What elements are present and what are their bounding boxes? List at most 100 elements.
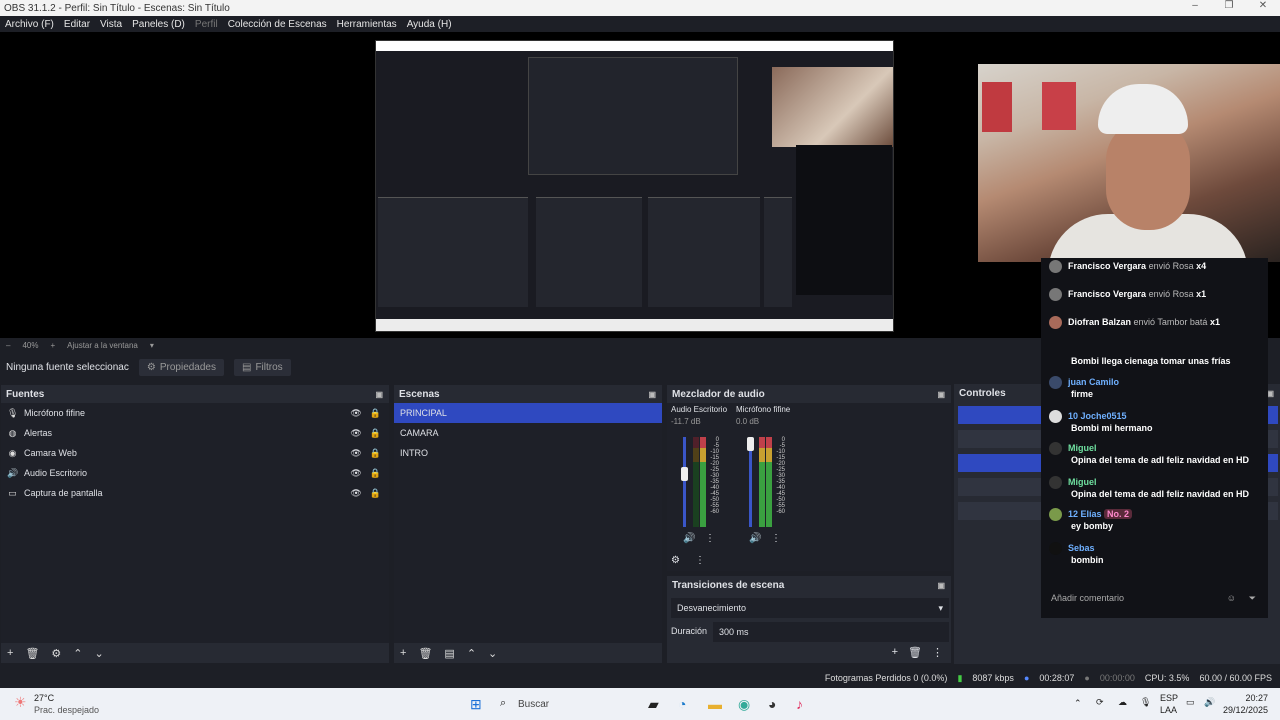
sources-footer: + 🗑 ⚙ ⌃ ⌄ bbox=[1, 643, 389, 663]
dock-icon[interactable]: ▣ bbox=[937, 390, 945, 399]
source-item[interactable]: ◉ Camara Web 👁 🔒 bbox=[1, 443, 389, 463]
fader-knob[interactable] bbox=[681, 467, 688, 481]
chevron-down-icon[interactable]: ▾ bbox=[150, 341, 154, 350]
tiktok-icon[interactable]: ♪ bbox=[796, 696, 803, 712]
chat-text: Opina del tema de adl feliz navidad en H… bbox=[1071, 489, 1250, 499]
filter-icon[interactable]: ⏷ bbox=[1249, 593, 1256, 604]
chat-message: 12 Elías No. 2 ey bomby bbox=[1049, 508, 1133, 531]
add-icon[interactable]: + bbox=[7, 647, 13, 659]
zoom-in-button[interactable]: + bbox=[50, 341, 55, 350]
mixer-body: Audio Escritorio -11.7 dB Micrófono fifi… bbox=[667, 403, 951, 571]
taskbar-search[interactable]: Buscar bbox=[518, 699, 549, 710]
advanced-audio-icon[interactable]: ⚙ bbox=[671, 555, 680, 566]
volume-icon[interactable]: 🔊 bbox=[1204, 697, 1215, 708]
zoom-out-button[interactable]: – bbox=[6, 341, 10, 350]
chevron-up-icon[interactable]: ⌃ bbox=[73, 647, 82, 660]
window-title: OBS 31.1.2 - Perfil: Sin Título - Escena… bbox=[4, 2, 230, 14]
scene-item[interactable]: PRINCIPAL bbox=[394, 403, 662, 423]
fader-knob[interactable] bbox=[747, 437, 754, 451]
dock-icon[interactable]: ▣ bbox=[375, 390, 383, 399]
menu-docks[interactable]: Paneles (D) bbox=[127, 19, 190, 30]
search-icon[interactable]: ⌕ bbox=[500, 697, 506, 710]
add-icon[interactable]: + bbox=[400, 647, 406, 659]
lock-icon[interactable]: 🔒 bbox=[370, 428, 381, 439]
filters-button[interactable]: ▤ Filtros bbox=[234, 358, 291, 376]
menu-profile[interactable]: Perfil bbox=[190, 19, 223, 30]
zoom-fit-button[interactable]: Ajustar a la ventana bbox=[67, 341, 138, 350]
microphone-icon[interactable]: 🎙 bbox=[1140, 697, 1151, 708]
chat-user: 10 Joche0515 bbox=[1068, 410, 1127, 421]
more-icon[interactable]: ⋮ bbox=[932, 646, 943, 659]
menu-help[interactable]: Ayuda (H) bbox=[402, 19, 457, 30]
menu-file[interactable]: Archivo (F) bbox=[0, 19, 59, 30]
lock-icon[interactable]: 🔒 bbox=[370, 468, 381, 479]
chat-user: Sebas bbox=[1068, 542, 1095, 553]
gear-icon[interactable]: ⚙ bbox=[51, 647, 61, 660]
properties-button[interactable]: ⚙ Propiedades bbox=[138, 358, 224, 376]
obs-icon[interactable]: ◕ bbox=[768, 696, 776, 712]
language-region[interactable]: LAA bbox=[1160, 705, 1177, 715]
menu-tools[interactable]: Herramientas bbox=[332, 19, 402, 30]
source-item[interactable]: 🔊 Audio Escritorio 👁 🔒 bbox=[1, 463, 389, 483]
maximize-button[interactable]: ❐ bbox=[1212, 0, 1246, 11]
more-icon[interactable]: ⋮ bbox=[771, 533, 781, 544]
network-icon[interactable]: ▭ bbox=[1186, 697, 1195, 708]
language-code[interactable]: ESP bbox=[1160, 693, 1178, 703]
chevron-down-icon[interactable]: ⌄ bbox=[95, 647, 104, 660]
eye-icon[interactable]: 👁 bbox=[350, 408, 361, 419]
chevron-up-icon[interactable]: ⌃ bbox=[1074, 698, 1082, 709]
app-icon[interactable]: ▰ bbox=[648, 696, 659, 713]
more-icon[interactable]: ⋮ bbox=[705, 533, 715, 544]
folder-icon[interactable]: ▬ bbox=[708, 696, 722, 712]
duration-input[interactable]: 300 ms bbox=[713, 622, 949, 642]
chevron-up-icon[interactable]: ⌃ bbox=[467, 647, 476, 660]
source-item[interactable]: 🎙 Micrófono fifine 👁 🔒 bbox=[1, 403, 389, 423]
nested-mixer-panel bbox=[648, 197, 760, 307]
eye-icon[interactable]: 👁 bbox=[350, 448, 361, 459]
filter-icon[interactable]: ▤ bbox=[444, 647, 454, 660]
edge-icon[interactable]: ◔ bbox=[678, 696, 686, 712]
nested-chat-image bbox=[796, 145, 892, 295]
menu-view[interactable]: Vista bbox=[95, 19, 127, 30]
speaker-icon[interactable]: 🔊 bbox=[749, 533, 761, 544]
windows-start-icon[interactable]: ⊞ bbox=[470, 696, 482, 713]
filter-icon: ▤ bbox=[242, 361, 252, 373]
volume-fader[interactable] bbox=[683, 437, 686, 527]
lock-icon[interactable]: 🔒 bbox=[370, 408, 381, 419]
scene-item[interactable]: INTRO bbox=[394, 443, 662, 463]
fps: 60.00 / 60.00 FPS bbox=[1199, 673, 1272, 683]
add-icon[interactable]: + bbox=[892, 646, 898, 659]
minimize-button[interactable]: – bbox=[1178, 0, 1212, 11]
close-button[interactable]: ✕ bbox=[1246, 0, 1280, 11]
cloud-icon[interactable]: ☁ bbox=[1118, 697, 1127, 708]
clock-date[interactable]: 29/12/2025 bbox=[1222, 705, 1268, 715]
source-item[interactable]: ▭ Captura de pantalla 👁 🔒 bbox=[1, 483, 389, 503]
eye-icon[interactable]: 👁 bbox=[350, 468, 361, 479]
chat-comment-input[interactable]: Añadir comentario ☺ ⏷ bbox=[1041, 586, 1268, 610]
emoji-icon[interactable]: ☺ bbox=[1227, 593, 1236, 603]
clock-time[interactable]: 20:27 bbox=[1222, 693, 1268, 703]
menu-edit[interactable]: Editar bbox=[59, 19, 95, 30]
eye-icon[interactable]: 👁 bbox=[350, 428, 361, 439]
chevron-down-icon[interactable]: ⌄ bbox=[488, 647, 497, 660]
menu-scene-collection[interactable]: Colección de Escenas bbox=[223, 19, 332, 30]
chrome-icon[interactable]: ◉ bbox=[738, 696, 750, 713]
lock-icon[interactable]: 🔒 bbox=[370, 448, 381, 459]
trash-icon[interactable]: 🗑 bbox=[25, 647, 39, 660]
chat-text: firme bbox=[1071, 389, 1094, 399]
eye-icon[interactable]: 👁 bbox=[350, 488, 361, 499]
avatar bbox=[1049, 476, 1062, 489]
dock-icon[interactable]: ▣ bbox=[648, 390, 656, 399]
trash-icon[interactable]: 🗑 bbox=[908, 646, 922, 659]
speaker-icon[interactable]: 🔊 bbox=[683, 533, 695, 544]
channel-db: -11.7 dB bbox=[671, 417, 701, 426]
more-icon[interactable]: ⋮ bbox=[695, 555, 705, 566]
source-item[interactable]: ◍ Alertas 👁 🔒 bbox=[1, 423, 389, 443]
trash-icon[interactable]: 🗑 bbox=[418, 647, 432, 660]
sync-icon[interactable]: ⟳ bbox=[1096, 697, 1104, 708]
scene-item[interactable]: CAMARA bbox=[394, 423, 662, 443]
lock-icon[interactable]: 🔒 bbox=[370, 488, 381, 499]
transition-select[interactable]: Desvanecimiento ▾ bbox=[671, 598, 949, 618]
dock-icon[interactable]: ▣ bbox=[937, 581, 945, 590]
weather-icon[interactable]: ☀ bbox=[14, 694, 27, 711]
